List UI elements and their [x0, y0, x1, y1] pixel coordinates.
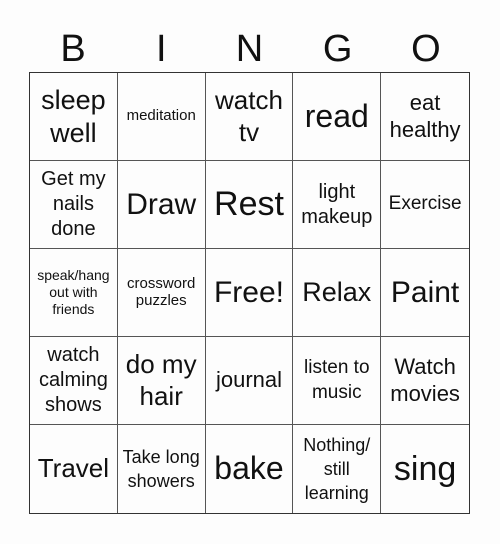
- bingo-header: B I N G O: [29, 26, 470, 72]
- bingo-cell[interactable]: Travel: [30, 425, 118, 513]
- header-letter-n: N: [235, 28, 264, 70]
- bingo-cell[interactable]: read: [293, 73, 382, 161]
- bingo-cell[interactable]: Draw: [117, 161, 206, 249]
- header-letter-o: O: [411, 28, 441, 70]
- bingo-cell[interactable]: watch tv: [205, 73, 294, 161]
- bingo-cell[interactable]: meditation: [117, 73, 206, 161]
- bingo-cell[interactable]: listen to music: [293, 337, 382, 425]
- bingo-cell[interactable]: Take long showers: [118, 425, 206, 513]
- bingo-cell[interactable]: Get my nails done: [30, 161, 118, 249]
- bingo-cell[interactable]: Nothing/ still learning: [293, 425, 382, 513]
- header-letter-b: B: [60, 28, 86, 70]
- bingo-card-grid: sleep well meditation watch tv read eat …: [29, 72, 470, 514]
- bingo-cell[interactable]: Paint: [381, 249, 469, 337]
- bingo-cell[interactable]: speak/hang out with friends: [30, 249, 118, 337]
- header-letter-g: G: [322, 28, 353, 70]
- bingo-cell[interactable]: journal: [205, 337, 294, 425]
- header-letter-i: I: [156, 28, 167, 70]
- bingo-cell[interactable]: light makeup: [293, 161, 382, 249]
- bingo-cell[interactable]: Rest: [205, 161, 294, 249]
- bingo-cell[interactable]: watch calming shows: [30, 337, 118, 425]
- bingo-cell[interactable]: Exercise: [381, 161, 469, 249]
- bingo-cell[interactable]: eat healthy: [381, 73, 469, 161]
- bingo-cell[interactable]: Relax: [293, 249, 382, 337]
- free-space-cell[interactable]: Free!: [205, 249, 294, 337]
- bingo-cell[interactable]: crossword puzzles: [117, 249, 206, 337]
- bingo-cell[interactable]: sing: [381, 425, 469, 513]
- bingo-cell[interactable]: Watch movies: [381, 337, 469, 425]
- bingo-cell[interactable]: do my hair: [117, 337, 206, 425]
- bingo-cell[interactable]: bake: [206, 425, 294, 513]
- bingo-cell[interactable]: sleep well: [30, 73, 118, 161]
